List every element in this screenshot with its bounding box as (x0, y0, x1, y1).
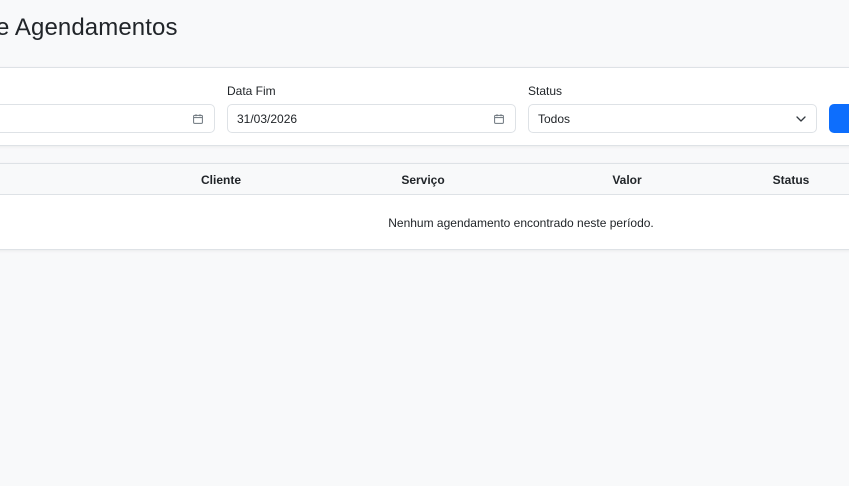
status-label: Status (528, 84, 563, 98)
start-date-input[interactable] (0, 104, 215, 133)
empty-state-message: Nenhum agendamento encontrado neste perí… (388, 216, 654, 230)
status-select[interactable]: Todos (528, 104, 817, 133)
column-header-servico[interactable]: Serviço (401, 173, 444, 187)
appointments-table: Cliente Serviço Valor Status Nenhum agen… (0, 163, 849, 250)
table-header: Cliente Serviço Valor Status (0, 164, 849, 195)
chevron-down-icon (796, 116, 806, 122)
filter-button[interactable] (829, 104, 849, 133)
filter-card: Data Fim 31/03/2026 Status Todos (0, 67, 849, 146)
column-header-status[interactable]: Status (773, 173, 810, 187)
page: e Agendamentos Data Fim 31/03/2026 Statu… (0, 0, 849, 486)
end-date-value: 31/03/2026 (237, 111, 298, 126)
column-header-cliente[interactable]: Cliente (201, 173, 241, 187)
page-title: e Agendamentos (0, 14, 178, 41)
end-date-label: Data Fim (227, 84, 276, 98)
column-header-valor[interactable]: Valor (612, 173, 641, 187)
end-date-input[interactable]: 31/03/2026 (227, 104, 516, 133)
calendar-icon[interactable] (193, 114, 203, 124)
status-select-value: Todos (538, 111, 571, 126)
calendar-icon[interactable] (494, 114, 504, 124)
